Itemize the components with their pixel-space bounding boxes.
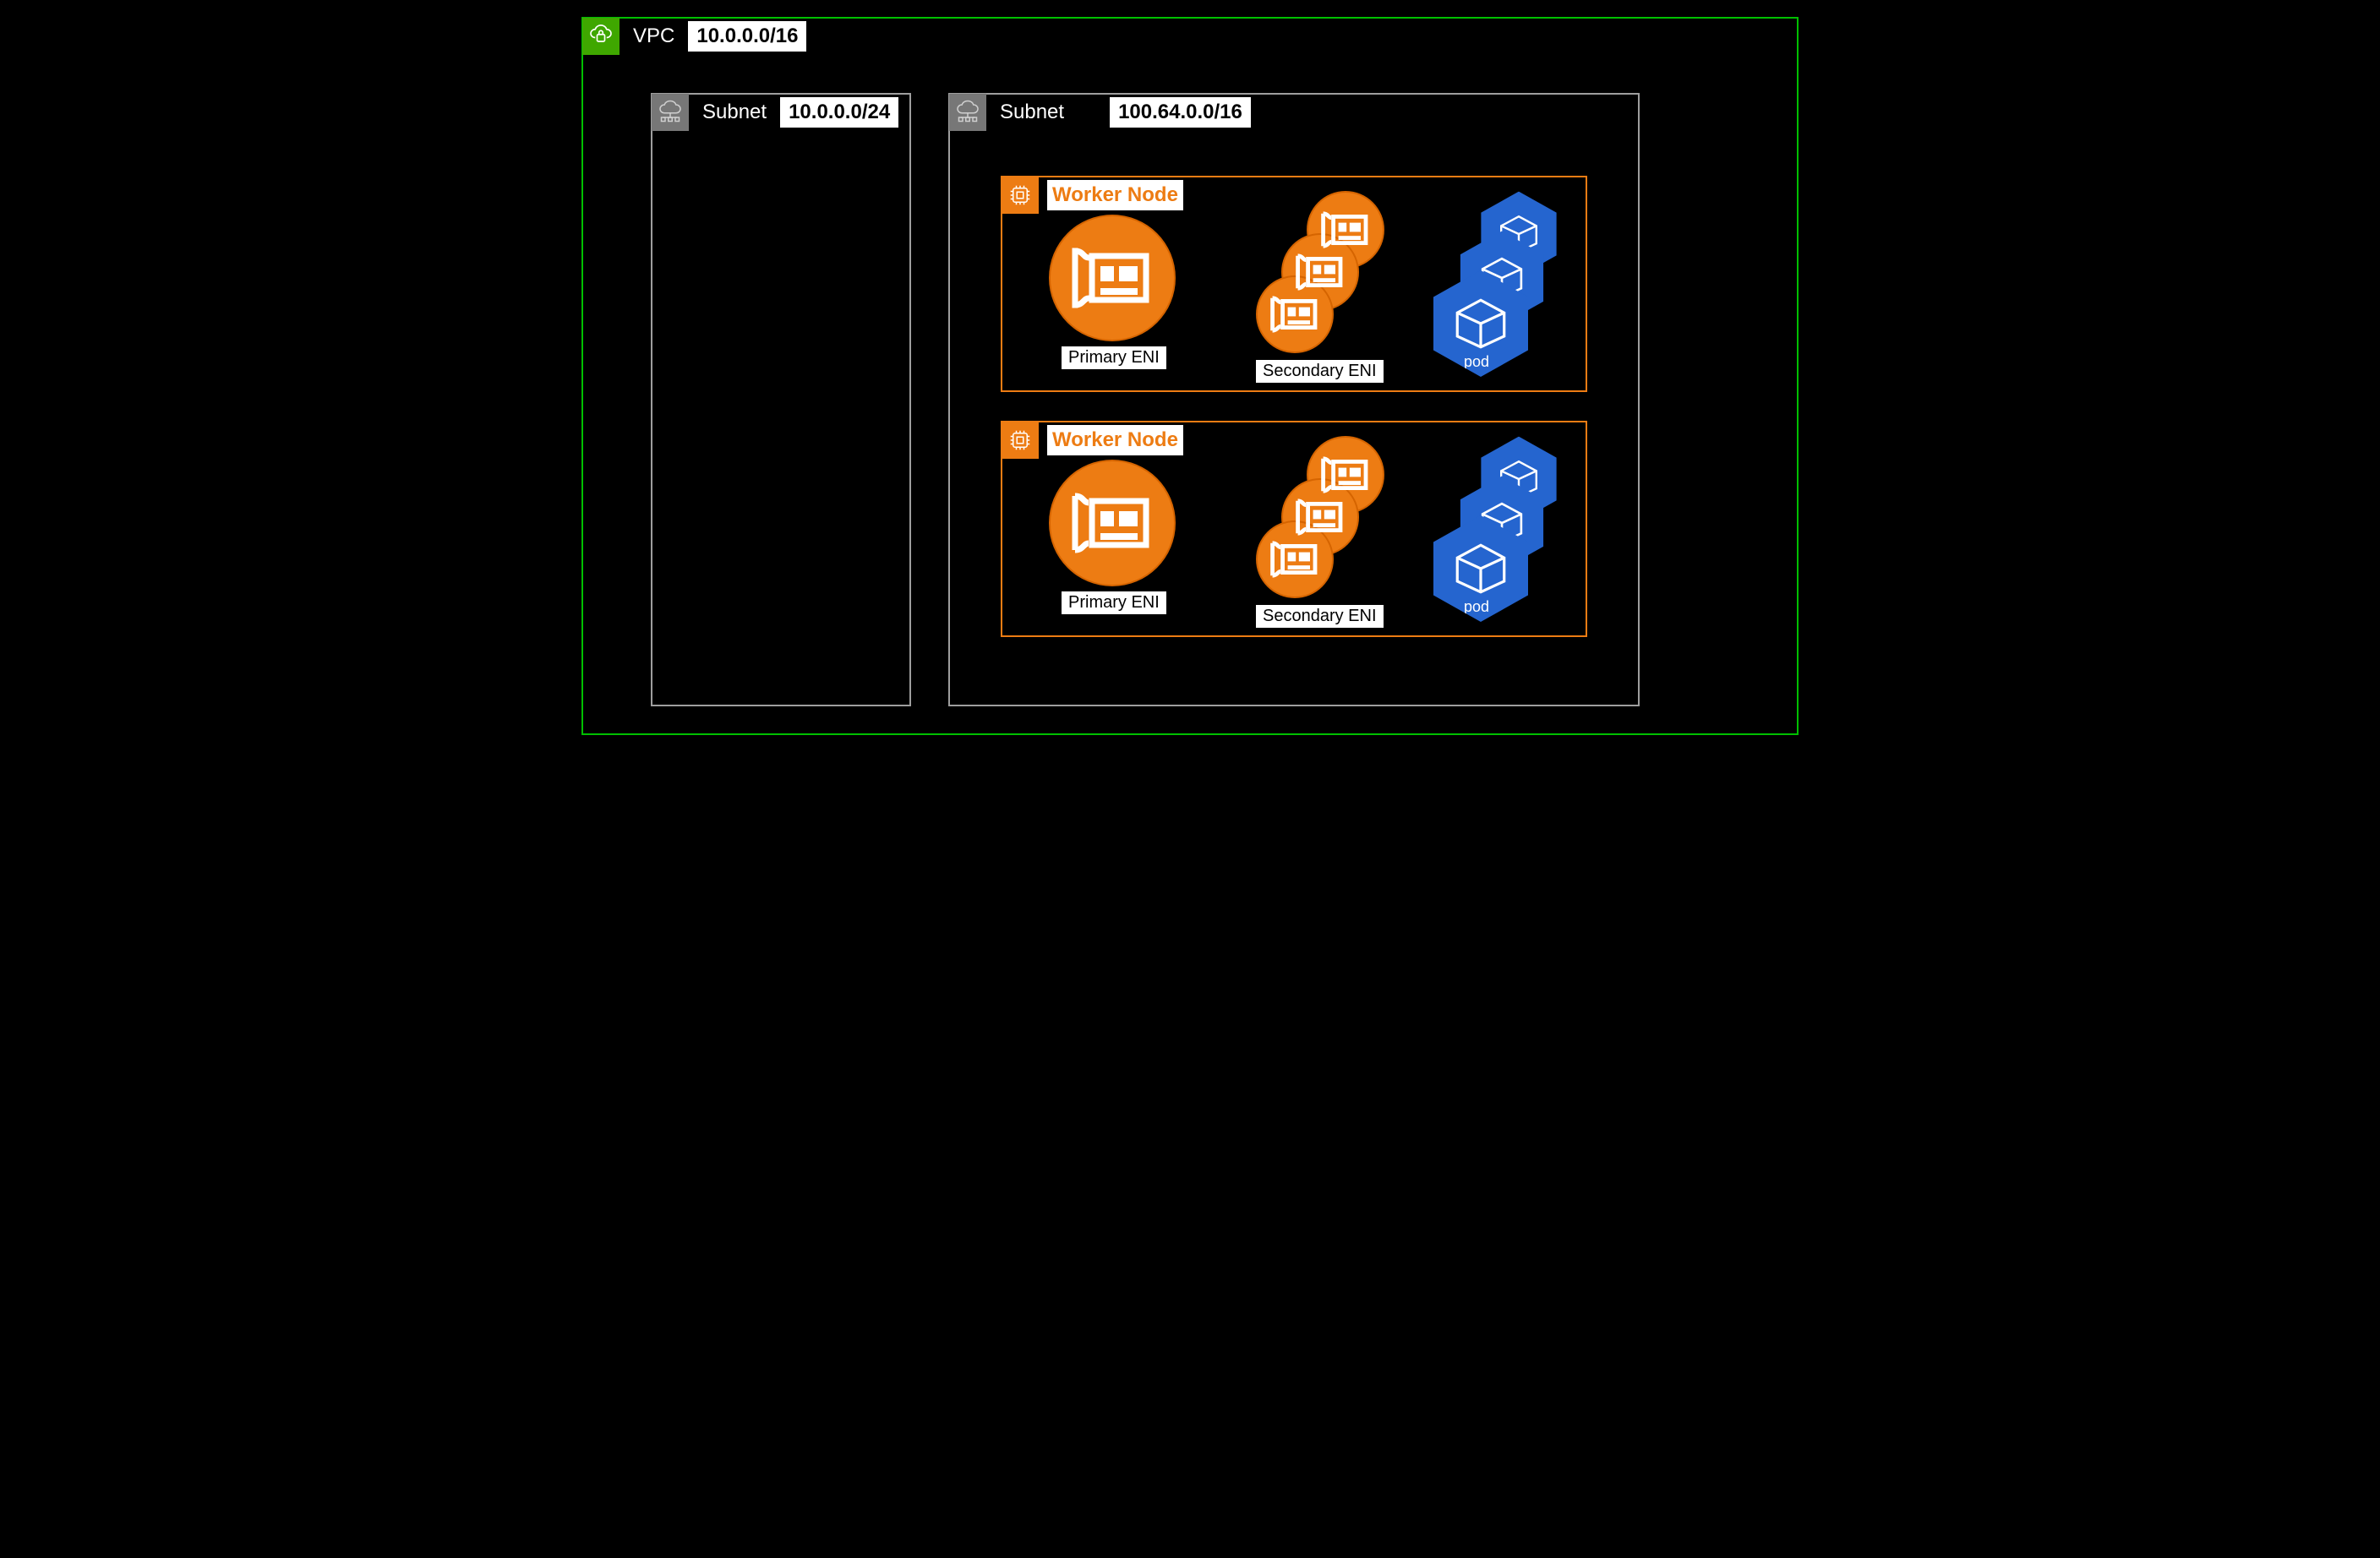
worker-node-2-header: Worker Node [1002, 422, 1183, 459]
subnet-1-header: Subnet 10.0.0.0/24 [652, 94, 898, 131]
vpc-container: VPC 10.0.0.0/16 Subnet 10.0.0.0/24 [581, 17, 1799, 735]
chip-icon [1002, 422, 1039, 459]
primary-eni-icon [1049, 215, 1176, 341]
primary-eni-label: Primary ENI [1062, 346, 1166, 369]
vpc-icon [582, 18, 620, 55]
vpc-title: VPC [628, 21, 680, 52]
subnet-icon [652, 94, 689, 131]
subnet-2-header: Subnet 100.64.0.0/16 [949, 94, 1251, 131]
primary-eni-label: Primary ENI [1062, 591, 1166, 614]
subnet-1-cidr: 10.0.0.0/24 [780, 97, 898, 128]
chip-icon [1002, 177, 1039, 214]
primary-eni-icon [1049, 460, 1176, 586]
subnet-2-title: Subnet [995, 97, 1069, 128]
vpc-cidr: 10.0.0.0/16 [688, 21, 806, 52]
pod-label: pod [1464, 353, 1489, 371]
pod-label: pod [1464, 598, 1489, 616]
worker-node-2: Worker Node Primary ENI [1001, 421, 1587, 637]
subnet-icon [949, 94, 986, 131]
worker-node-1-header: Worker Node [1002, 177, 1183, 214]
subnet-1-title: Subnet [697, 97, 772, 128]
subnet-1-container: Subnet 10.0.0.0/24 [651, 93, 911, 706]
secondary-eni-label: Secondary ENI [1256, 360, 1384, 383]
worker-node-1-title: Worker Node [1047, 180, 1183, 210]
worker-node-2-title: Worker Node [1047, 425, 1183, 455]
subnet-2-cidr: 100.64.0.0/16 [1110, 97, 1251, 128]
subnet-2-container: Subnet 100.64.0.0/16 [948, 93, 1640, 706]
worker-node-1: Worker Node Primary ENI [1001, 176, 1587, 392]
secondary-eni-label: Secondary ENI [1256, 605, 1384, 628]
vpc-header: VPC 10.0.0.0/16 [582, 18, 806, 55]
